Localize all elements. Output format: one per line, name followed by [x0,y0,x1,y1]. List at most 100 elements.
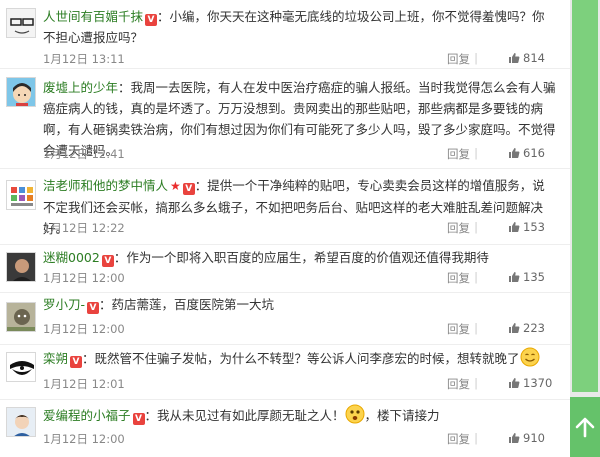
comment-meta: 1月12日 12:00 回复 | 223 [43,321,558,337]
like-button[interactable]: 814 [508,51,570,65]
reply-button[interactable]: 回复 [447,270,470,286]
back-to-top-button[interactable] [570,397,600,457]
divider: | [474,220,478,234]
thumbs-up-icon [509,433,520,443]
scrollbar-thumb[interactable] [572,0,598,392]
comment-username[interactable]: 栾朔 [43,351,68,366]
smile-emoji-icon [520,347,540,373]
like-count: 223 [523,321,545,335]
comment-item: 罗小刀- V ：药店薷莲，百度医院第一大坑 1月12日 12:00 回复 | 223 [0,292,570,345]
comment-body: 栾朔 V ：既然管不住骗子发帖，为什么不转型？等公诉人问李彦宏的时候，想转就晚了 [43,347,556,373]
comment-time: 1月12日 12:01 [43,377,125,391]
avatar-image [7,253,35,281]
like-button[interactable]: 910 [508,431,570,445]
like-count: 910 [523,431,545,445]
comment-meta: 1月12日 13:11 回复 | 814 [43,51,558,67]
comment-item: 洁老师和他的梦中情人 ★ V ：提供一个干净纯粹的贴吧，专心卖卖会员这样的增值服务，说… [0,168,570,245]
reply-button[interactable]: 回复 [447,51,470,67]
vip-badge-icon: V [70,356,83,368]
thumbs-up-icon [509,378,520,388]
avatar-image [7,353,35,381]
comment-text: ：药店薷莲，百度医院第一大坑 [99,297,275,312]
like-button[interactable]: 223 [508,321,570,335]
comment-text: ，楼下请接力 [364,408,440,423]
comment-item: 人世间有百媚千抹 V ：小编，你天天在这种毫无底线的垃圾公司上班，你不觉得羞愧吗？你… [0,0,570,69]
comment-time: 1月12日 12:41 [43,147,125,161]
comment-text: ：既然管不住骗子发帖，为什么不转型？等公诉人问李彦宏的时候，想转就晚了 [82,351,520,366]
thumbs-up-icon [509,272,520,282]
comment-item: 爱编程的小福子 V ：我从未见过有如此厚颜无耻之人！ ，楼下请接力 1月12日 12:… [0,399,570,457]
vip-badge-icon: V [182,183,195,195]
divider: | [474,431,478,445]
vip-badge-icon: V [87,302,100,314]
vip-badge-icon: V [145,14,158,26]
like-count: 616 [523,146,545,160]
arrow-up-icon [575,417,595,438]
vip-badge-icon: V [132,413,145,425]
comment-meta: 1月12日 12:41 回复 | 616 [43,146,558,162]
avatar[interactable] [6,77,36,107]
comment-item: 废墟上的少年：我周一去医院，有人在发中医治疗癌症的骗人报纸。当时我觉得怎么会有人… [0,68,570,169]
avatar-image [7,78,35,106]
comment-username[interactable]: 罗小刀- [43,297,85,312]
divider: | [474,146,478,160]
comment-text: ：我从未见过有如此厚颜无耻之人！ [144,408,345,423]
avatar[interactable] [6,8,36,38]
like-count: 135 [523,270,545,284]
avatar-image [7,303,35,331]
comment-time: 1月12日 12:00 [43,432,125,446]
avatar[interactable] [6,407,36,437]
thumbs-up-icon [509,222,520,232]
thumbs-up-icon [509,148,520,158]
comment-item: 栾朔 V ：既然管不住骗子发帖，为什么不转型？等公诉人问李彦宏的时候，想转就晚了 1… [0,344,570,400]
avatar-image [7,9,35,37]
star-icon: ★ [170,179,181,193]
reply-button[interactable]: 回复 [447,321,470,337]
comment-meta: 1月12日 12:00 回复 | 910 [43,431,558,447]
reply-button[interactable]: 回复 [447,431,470,447]
reply-button[interactable]: 回复 [447,376,470,392]
divider: | [474,321,478,335]
like-count: 814 [523,51,545,65]
like-count: 1370 [523,376,553,390]
comment-body: 迷糊0002 V ：作为一个即将入职百度的应届生，希望百度的价值观还值得我期待 [43,247,556,268]
vip-badge-icon: V [101,255,114,267]
comment-username[interactable]: 废墟上的少年 [43,80,118,95]
comment-time: 1月12日 12:00 [43,271,125,285]
comment-username[interactable]: 人世间有百媚千抹 [43,9,143,24]
comment-time: 1月12日 13:11 [43,52,125,66]
comment-body: 罗小刀- V ：药店薷莲，百度医院第一大坑 [43,294,556,315]
like-button[interactable]: 153 [508,220,570,234]
comment-body: 爱编程的小福子 V ：我从未见过有如此厚颜无耻之人！ ，楼下请接力 [43,404,556,430]
reply-button[interactable]: 回复 [447,146,470,162]
comment-time: 1月12日 12:22 [43,221,125,235]
avatar[interactable] [6,252,36,282]
comment-meta: 1月12日 12:00 回复 | 135 [43,270,558,286]
like-button[interactable]: 616 [508,146,570,160]
comment-meta: 1月12日 12:22 回复 | 153 [43,220,558,236]
scrollbar[interactable] [570,0,600,457]
thumbs-up-icon [509,323,520,333]
comment-time: 1月12日 12:00 [43,322,125,336]
reply-button[interactable]: 回复 [447,220,470,236]
divider: | [474,51,478,65]
divider: | [474,270,478,284]
avatar[interactable] [6,302,36,332]
avatar-image [7,408,35,436]
like-count: 153 [523,220,545,234]
like-button[interactable]: 135 [508,270,570,284]
comment-username[interactable]: 迷糊0002 [43,250,100,265]
comment-username[interactable]: 洁老师和他的梦中情人 [43,178,168,193]
avatar[interactable] [6,180,36,210]
comment-item: 迷糊0002 V ：作为一个即将入职百度的应届生，希望百度的价值观还值得我期待 1月… [0,244,570,293]
comment-feed: 人世间有百媚千抹 V ：小编，你天天在这种毫无底线的垃圾公司上班，你不觉得羞愧吗？你… [0,0,570,457]
avatar-image [7,181,35,209]
like-button[interactable]: 1370 [508,376,570,390]
comment-body: 人世间有百媚千抹 V ：小编，你天天在这种毫无底线的垃圾公司上班，你不觉得羞愧吗？你… [43,6,556,48]
comment-meta: 1月12日 12:01 回复 | 1370 [43,376,558,392]
avatar[interactable] [6,352,36,382]
comment-username[interactable]: 爱编程的小福子 [43,408,131,423]
comment-text: ：作为一个即将入职百度的应届生，希望百度的价值观还值得我期待 [113,250,489,265]
shocked-emoji-icon [345,404,365,430]
thumbs-up-icon [509,53,520,63]
